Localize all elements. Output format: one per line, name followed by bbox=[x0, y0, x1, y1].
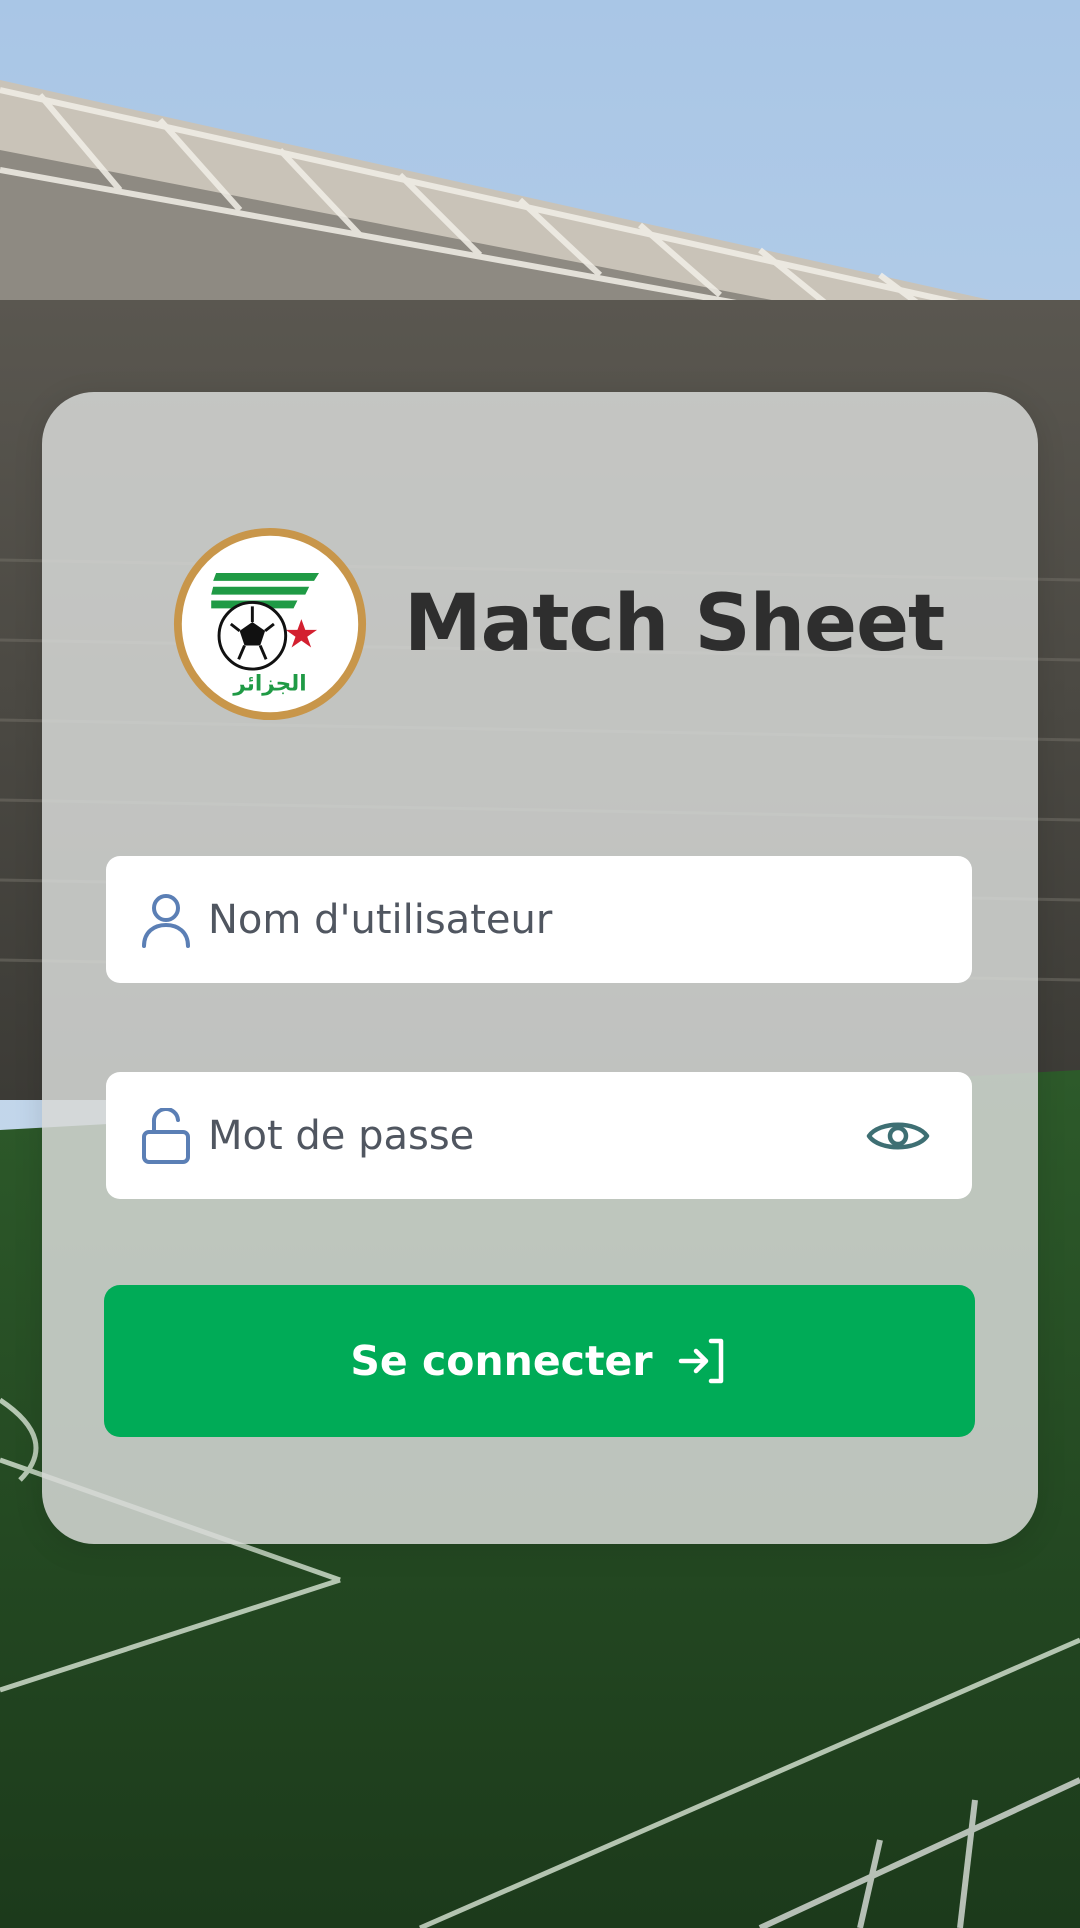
eye-icon[interactable] bbox=[862, 1100, 934, 1172]
app-title: Match Sheet bbox=[404, 579, 945, 669]
login-button-label: Se connecter bbox=[350, 1337, 653, 1385]
login-screen: الجزائر Match Sheet Nom d'utilisateur Se… bbox=[0, 0, 1080, 1928]
logo-wordmark: الجزائر bbox=[232, 672, 306, 697]
login-arrow-icon bbox=[677, 1335, 729, 1387]
unlock-icon bbox=[138, 1107, 194, 1164]
brand-header: الجزائر Match Sheet bbox=[172, 524, 945, 724]
login-card: الجزائر Match Sheet Nom d'utilisateur Se… bbox=[42, 392, 1038, 1544]
login-button[interactable]: Se connecter bbox=[104, 1285, 975, 1437]
user-icon bbox=[138, 892, 194, 948]
username-field[interactable] bbox=[106, 855, 972, 984]
password-field[interactable] bbox=[106, 1071, 972, 1200]
password-input[interactable] bbox=[206, 1071, 862, 1200]
username-input[interactable] bbox=[206, 855, 972, 984]
federation-logo: الجزائر bbox=[173, 527, 367, 721]
